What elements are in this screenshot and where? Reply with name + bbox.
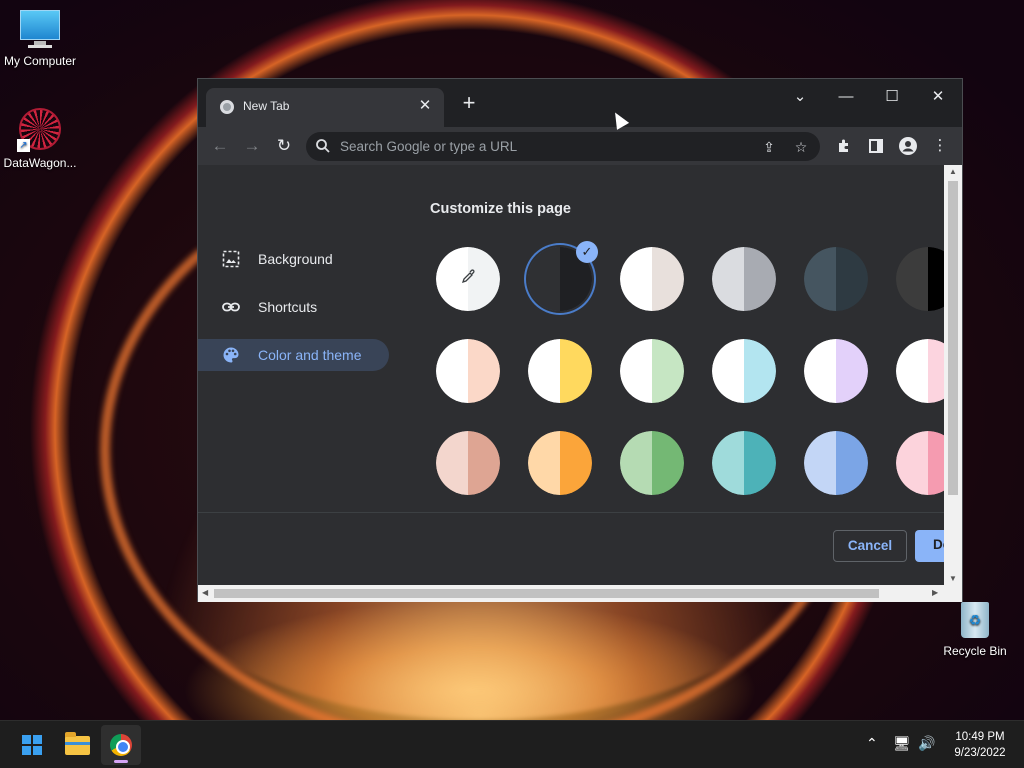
scrollbar-thumb[interactable]: [948, 181, 958, 495]
kebab-menu-icon[interactable]: ⋮: [928, 134, 952, 158]
file-explorer-button[interactable]: [57, 725, 97, 765]
color-swatch-pink-and-white[interactable]: [896, 339, 944, 403]
volume-icon[interactable]: 🔊: [918, 735, 935, 752]
color-swatch-warm-grey[interactable]: [620, 247, 684, 311]
back-arrow-icon[interactable]: ←: [208, 134, 232, 158]
network-icon[interactable]: 🖥: [893, 735, 911, 752]
link-icon: [222, 302, 240, 312]
color-swatch-beige[interactable]: [436, 431, 500, 495]
horizontal-scrollbar[interactable]: ◀ ▶: [198, 585, 962, 602]
recycle-bin-icon: ♻: [957, 598, 993, 640]
computer-icon: [18, 10, 62, 50]
scroll-up-arrow-icon[interactable]: ▲: [947, 167, 959, 176]
scroll-down-arrow-icon[interactable]: ▼: [947, 574, 959, 583]
browser-window: New Tab ✕ + ⌄ — ☐ ✕ ← → ↻ Search Google …: [197, 78, 963, 602]
color-swatch-cool-grey[interactable]: [712, 247, 776, 311]
color-swatch-yellow-and-white[interactable]: [528, 339, 592, 403]
extensions-puzzle-icon[interactable]: [832, 134, 856, 158]
color-swatch-teal[interactable]: [712, 431, 776, 495]
omnibox[interactable]: Search Google or type a URL ⇪ ☆: [306, 132, 820, 161]
sidebar-item-label: Background: [258, 251, 333, 267]
color-swatch-green[interactable]: [620, 431, 684, 495]
scrollbar-thumb[interactable]: [214, 589, 879, 598]
color-swatch-blue-grey[interactable]: [804, 247, 868, 311]
color-swatch-pink[interactable]: [896, 431, 944, 495]
browser-toolbar: ← → ↻ Search Google or type a URL ⇪ ☆ ⋮: [198, 127, 962, 165]
side-panel-icon[interactable]: [864, 134, 888, 158]
sidebar-item-label: Shortcuts: [258, 299, 318, 315]
sidebar-item-color-and-theme[interactable]: Color and theme: [198, 339, 389, 371]
desktop-icon-my-computer[interactable]: My Computer: [0, 10, 80, 68]
tab-search-chevron-icon[interactable]: ⌄: [778, 82, 822, 114]
omnibox-placeholder: Search Google or type a URL: [340, 139, 518, 154]
start-button[interactable]: [12, 725, 52, 765]
profile-icon[interactable]: [896, 134, 920, 158]
done-button[interactable]: Done: [915, 530, 944, 562]
chrome-icon: [110, 734, 132, 756]
search-icon: [316, 139, 330, 153]
divider: [198, 512, 944, 513]
color-swatch-green-and-white[interactable]: [620, 339, 684, 403]
cancel-button[interactable]: Cancel: [833, 530, 907, 562]
taskbar-clock[interactable]: 10:49 PM 9/23/2022: [940, 729, 1020, 761]
palette-icon: [223, 347, 239, 363]
sidebar-item-label: Color and theme: [258, 347, 362, 363]
chrome-favicon-icon: [220, 100, 234, 114]
color-swatch-beige-and-white[interactable]: [436, 339, 500, 403]
color-swatch-light-teal-and-white[interactable]: [712, 339, 776, 403]
color-swatch-custom-color[interactable]: [436, 247, 500, 311]
datawagon-logo-icon: ↗: [17, 106, 63, 152]
bookmark-star-icon[interactable]: ☆: [790, 136, 812, 158]
show-hidden-icons-chevron-icon[interactable]: ⌃: [866, 735, 878, 752]
scroll-right-arrow-icon[interactable]: ▶: [932, 588, 938, 597]
tab-new-tab[interactable]: New Tab ✕: [206, 88, 444, 127]
tab-strip: New Tab ✕ + ⌄ — ☐ ✕: [198, 79, 962, 127]
color-swatch-black[interactable]: [896, 247, 944, 311]
vertical-scrollbar[interactable]: ▲ ▼: [944, 165, 962, 585]
desktop-icon-recycle-bin[interactable]: ♻ Recycle Bin: [935, 598, 1015, 658]
image-icon: [222, 250, 240, 268]
close-window-button[interactable]: ✕: [916, 82, 960, 114]
clock-time: 10:49 PM: [955, 731, 1005, 743]
color-swatch-light-blue[interactable]: [804, 431, 868, 495]
clock-date: 9/23/2022: [954, 747, 1006, 759]
new-tab-plus-icon[interactable]: +: [457, 91, 481, 115]
checkmark-icon: ✓: [576, 241, 598, 263]
folder-icon: [65, 732, 90, 755]
tab-title: New Tab: [243, 99, 290, 113]
sidebar-item-background[interactable]: Background: [198, 243, 389, 275]
color-swatch-dark-default[interactable]: ✓: [528, 241, 598, 311]
color-swatch-light-purple-and-white[interactable]: [804, 339, 868, 403]
maximize-button[interactable]: ☐: [870, 82, 914, 114]
scroll-left-arrow-icon[interactable]: ◀: [202, 588, 208, 597]
customize-dialog: Customize this page Background Shortcuts…: [198, 165, 944, 585]
desktop-icon-datawagon[interactable]: ↗ DataWagon...: [0, 106, 80, 170]
reload-icon[interactable]: ↻: [272, 134, 296, 158]
shortcut-arrow-icon: ↗: [17, 139, 30, 152]
eyedropper-icon: [460, 269, 476, 285]
color-swatch-orange[interactable]: [528, 431, 592, 495]
desktop-icon-label: DataWagon...: [3, 156, 77, 170]
page-title: Customize this page: [430, 201, 571, 217]
forward-arrow-icon[interactable]: →: [240, 134, 264, 158]
sidebar-item-shortcuts[interactable]: Shortcuts: [198, 291, 389, 323]
minimize-button[interactable]: —: [824, 82, 868, 114]
desktop-icon-label: My Computer: [3, 54, 77, 68]
share-icon[interactable]: ⇪: [758, 136, 780, 158]
active-app-indicator: [114, 760, 128, 763]
desktop-icon-label: Recycle Bin: [943, 644, 1007, 658]
tab-close-icon[interactable]: ✕: [416, 96, 434, 114]
windows-logo-icon: [22, 735, 42, 755]
taskbar: ⌃ 🖥 🔊 10:49 PM 9/23/2022: [0, 720, 1024, 768]
chrome-taskbar-button[interactable]: [101, 725, 141, 765]
